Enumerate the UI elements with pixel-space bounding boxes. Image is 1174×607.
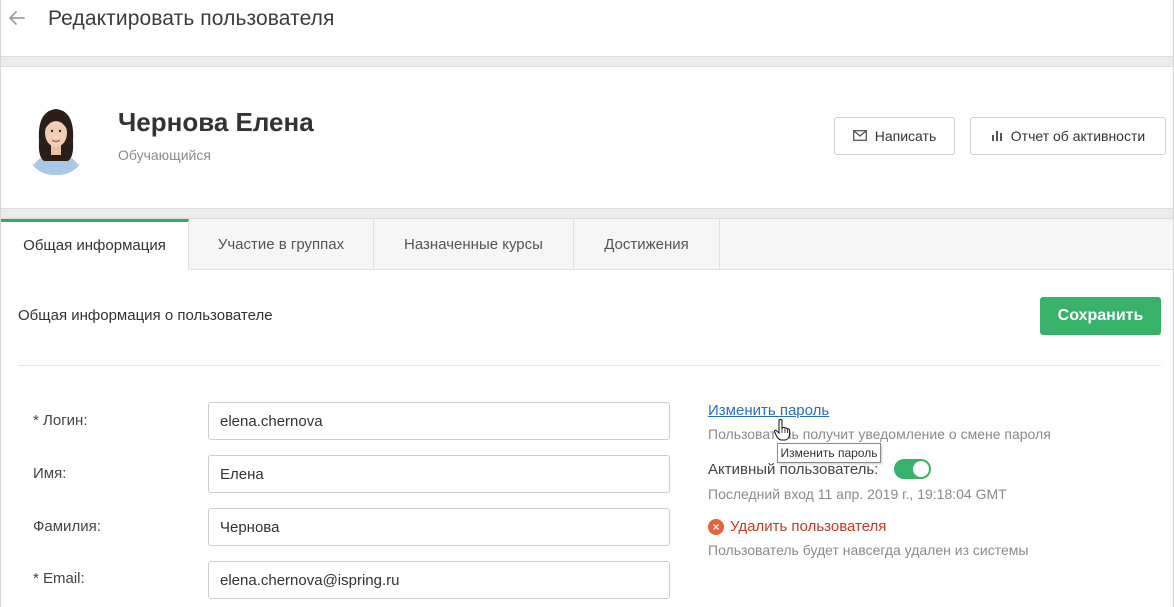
section-title: Общая информация о пользователе [18,307,273,324]
separator-band [1,56,1173,67]
email-input[interactable] [208,561,670,599]
delete-user-link[interactable]: Удалить пользователя [730,518,886,535]
tooltip: Изменить пароль [777,443,881,463]
last-name-label: Фамилия: [33,518,101,535]
app-frame: Редактировать пользователя Чернова Елена… [0,0,1174,607]
change-password-link[interactable]: Изменить пароль [708,402,829,419]
avatar [24,101,88,175]
toggle-knob [913,461,929,477]
save-button[interactable]: Сохранить [1040,297,1161,335]
activity-report-button[interactable]: Отчет об активности [970,117,1166,155]
active-user-label: Активный пользователь: [708,461,879,478]
close-circle-icon: × [708,519,724,535]
first-name-label: Имя: [33,465,67,482]
tab-achievements[interactable]: Достижения [574,219,720,270]
delete-user-hint: Пользователь будет навсегда удален из си… [708,542,1029,558]
change-password-hint: Пользователь получит уведомление о смене… [708,426,1051,442]
tab-bar: Общая информация Участие в группах Назна… [1,219,1173,270]
tab-groups[interactable]: Участие в группах [189,219,374,270]
write-message-label: Написать [874,128,937,144]
user-role: Обучающийся [118,147,211,163]
write-message-button[interactable]: Написать [834,117,955,155]
tab-assigned-courses[interactable]: Назначенные курсы [374,219,574,270]
login-label: * Логин: [33,412,88,429]
first-name-input[interactable] [208,455,670,493]
last-login-text: Последний вход 11 апр. 2019 г., 19:18:04… [708,486,1007,502]
divider [18,365,1161,366]
page-title: Редактировать пользователя [48,7,335,30]
email-label: * Email: [33,570,85,587]
hand-pointer-icon [773,418,791,442]
separator-band [1,208,1173,219]
user-name: Чернова Елена [118,107,314,137]
last-name-input[interactable] [208,508,670,546]
profile-card: Чернова Елена Обучающийся Написать Отчет… [1,67,1173,208]
bar-chart-icon [991,128,1003,144]
activity-report-label: Отчет об активности [1010,128,1146,144]
tab-general-info[interactable]: Общая информация [1,219,189,270]
login-input[interactable] [208,402,670,440]
top-header: Редактировать пользователя [1,0,1173,56]
active-user-toggle[interactable] [894,459,931,479]
arrow-left-icon[interactable] [7,8,27,28]
envelope-icon [852,128,867,144]
